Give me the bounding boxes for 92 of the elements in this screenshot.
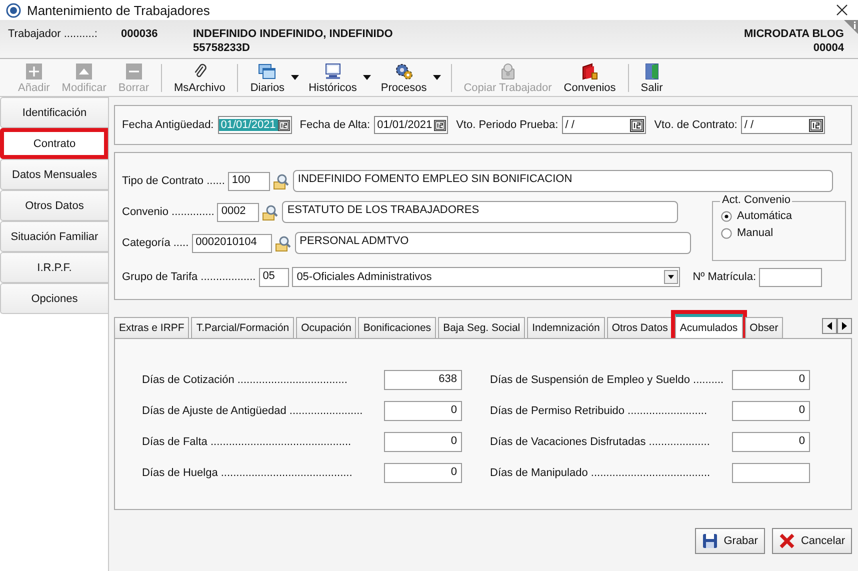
date-field[interactable]: / / bbox=[741, 116, 826, 134]
code-field[interactable]: 100 bbox=[228, 172, 270, 190]
calendar-icon[interactable] bbox=[630, 118, 644, 132]
field-label: Días de Ajuste de Antigüedad ........................ bbox=[142, 405, 364, 417]
toolbar-button[interactable]: Históricos bbox=[302, 61, 363, 96]
sidebar-tab[interactable]: Situación Familiar bbox=[0, 221, 108, 252]
tab[interactable]: Obser bbox=[744, 317, 784, 338]
search-icon[interactable] bbox=[272, 172, 290, 190]
field-label: Días de Falta .............................................. bbox=[142, 436, 352, 448]
tab[interactable]: Baja Seg. Social bbox=[438, 317, 526, 338]
sidebar-tab[interactable]: Otros Datos bbox=[0, 190, 108, 221]
groupbox-title: Act. Convenio bbox=[720, 194, 792, 206]
sidebar-tab[interactable]: Datos Mensuales bbox=[0, 159, 108, 190]
date-field[interactable]: 01/01/2021 bbox=[374, 116, 448, 134]
app-logo-icon bbox=[6, 2, 21, 18]
plus-icon bbox=[26, 63, 42, 80]
book-icon bbox=[581, 63, 598, 80]
calendar-icon[interactable] bbox=[278, 118, 290, 132]
tariff-dropdown[interactable]: 05-Oficiales Administrativos bbox=[292, 267, 680, 287]
registration-field[interactable] bbox=[759, 268, 822, 286]
toolbar-button[interactable]: Diarios bbox=[244, 61, 291, 96]
worker-code: 000036 bbox=[121, 28, 159, 40]
description-field[interactable]: PERSONAL ADMTVO bbox=[294, 232, 691, 254]
description-field[interactable]: INDEFINIDO FOMENTO EMPLEO SIN BONIFICACION bbox=[292, 170, 833, 192]
field-label: Vto. Periodo Prueba: bbox=[456, 119, 558, 131]
search-icon[interactable] bbox=[274, 234, 292, 252]
number-field[interactable]: 0 bbox=[384, 463, 462, 483]
sidebar-tab[interactable]: Identificación bbox=[0, 97, 108, 128]
tab[interactable]: T.Parcial/Formación bbox=[191, 317, 294, 338]
field-label: Fecha de Alta: bbox=[300, 119, 370, 131]
toolbar-button[interactable]: Procesos bbox=[374, 61, 433, 96]
company-name: MICRODATA BLOG bbox=[744, 28, 844, 40]
toolbar-button[interactable]: Convenios bbox=[558, 61, 622, 96]
number-field[interactable]: 0 bbox=[732, 401, 810, 421]
field-label: Días de Cotización .................................... bbox=[142, 374, 348, 386]
field-label: Días de Vacaciones Disfrutadas .................... bbox=[490, 436, 711, 448]
number-field[interactable]: 0 bbox=[384, 401, 462, 421]
door-icon bbox=[644, 63, 659, 80]
radio-option[interactable]: Automática bbox=[721, 210, 845, 222]
worker-id: 55758233D bbox=[193, 42, 251, 54]
description-field[interactable]: ESTATUTO DE LOS TRABAJADORES bbox=[282, 201, 678, 223]
close-icon[interactable] bbox=[836, 4, 848, 16]
action-button[interactable]: Cancelar bbox=[772, 528, 852, 554]
toolbar-button[interactable]: MsArchivo bbox=[168, 61, 232, 96]
number-field[interactable] bbox=[732, 463, 810, 483]
field-label: Días de Permiso Retribuido .......................... bbox=[490, 405, 708, 417]
sidebar-tab[interactable]: I.R.P.F. bbox=[0, 252, 108, 283]
search-icon[interactable] bbox=[262, 204, 280, 220]
field-label: Nº Matrícula: bbox=[692, 271, 756, 283]
tab[interactable]: Bonificaciones bbox=[358, 317, 436, 338]
window-title: Mantenimiento de Trabajadores bbox=[27, 2, 211, 18]
number-field[interactable]: 0 bbox=[384, 432, 462, 452]
tab[interactable]: Extras e IRPF bbox=[114, 317, 190, 338]
dropdown-arrow-icon[interactable] bbox=[432, 75, 441, 80]
worker-label: Trabajador ..........: bbox=[8, 28, 98, 40]
field-label: Días de Manipulado ....................................... bbox=[490, 467, 712, 479]
scroll-left-icon[interactable] bbox=[822, 318, 837, 334]
field-label: Convenio .............. bbox=[122, 206, 214, 218]
sidebar-tab[interactable]: Contrato bbox=[0, 128, 108, 159]
monitor-icon bbox=[324, 63, 342, 80]
gears-icon bbox=[394, 63, 413, 80]
field-label: Fecha Antigüedad: bbox=[122, 119, 214, 131]
field-label: Días de Suspensión de Empleo y Sueldo .......... bbox=[490, 374, 725, 386]
minus-icon bbox=[126, 63, 142, 80]
sidebar-tab[interactable]: Opciones bbox=[0, 283, 108, 314]
tab[interactable]: Otros Datos bbox=[606, 317, 673, 338]
field-label: Tipo de Contrato ...... bbox=[122, 175, 225, 187]
field-label: Categoría ..... bbox=[122, 237, 189, 249]
code-field[interactable]: 0002 bbox=[217, 202, 260, 222]
code-field[interactable]: 0002010104 bbox=[192, 234, 272, 252]
worker-name: INDEFINIDO INDEFINIDO, INDEFINIDO bbox=[193, 28, 394, 40]
scroll-right-icon[interactable] bbox=[837, 318, 852, 334]
number-field[interactable]: 638 bbox=[384, 370, 462, 390]
calendar-icon[interactable] bbox=[434, 118, 446, 132]
field-label: Grupo de Tarifa .................. bbox=[122, 271, 256, 283]
company-code: 00004 bbox=[813, 42, 844, 54]
tab[interactable]: Indemnización bbox=[527, 317, 605, 338]
tab[interactable]: Ocupación bbox=[296, 317, 356, 338]
radio-option[interactable]: Manual bbox=[721, 227, 845, 239]
number-field[interactable]: 0 bbox=[732, 370, 810, 390]
dropdown-arrow-icon[interactable] bbox=[290, 75, 299, 80]
field-label: Vto. de Contrato: bbox=[654, 119, 738, 131]
code-field[interactable]: 05 bbox=[258, 268, 289, 286]
calendar-icon[interactable] bbox=[809, 118, 824, 132]
action-button[interactable]: Grabar bbox=[694, 528, 765, 554]
date-field[interactable]: / / bbox=[562, 116, 646, 134]
dropdown-arrow-icon[interactable] bbox=[362, 75, 371, 80]
toolbar-button[interactable]: Salir bbox=[634, 61, 669, 96]
windows-icon bbox=[258, 63, 276, 80]
field-label: Días de Huelga ........................................... bbox=[142, 467, 354, 479]
number-field[interactable]: 0 bbox=[732, 432, 810, 452]
close-icon bbox=[778, 533, 795, 549]
